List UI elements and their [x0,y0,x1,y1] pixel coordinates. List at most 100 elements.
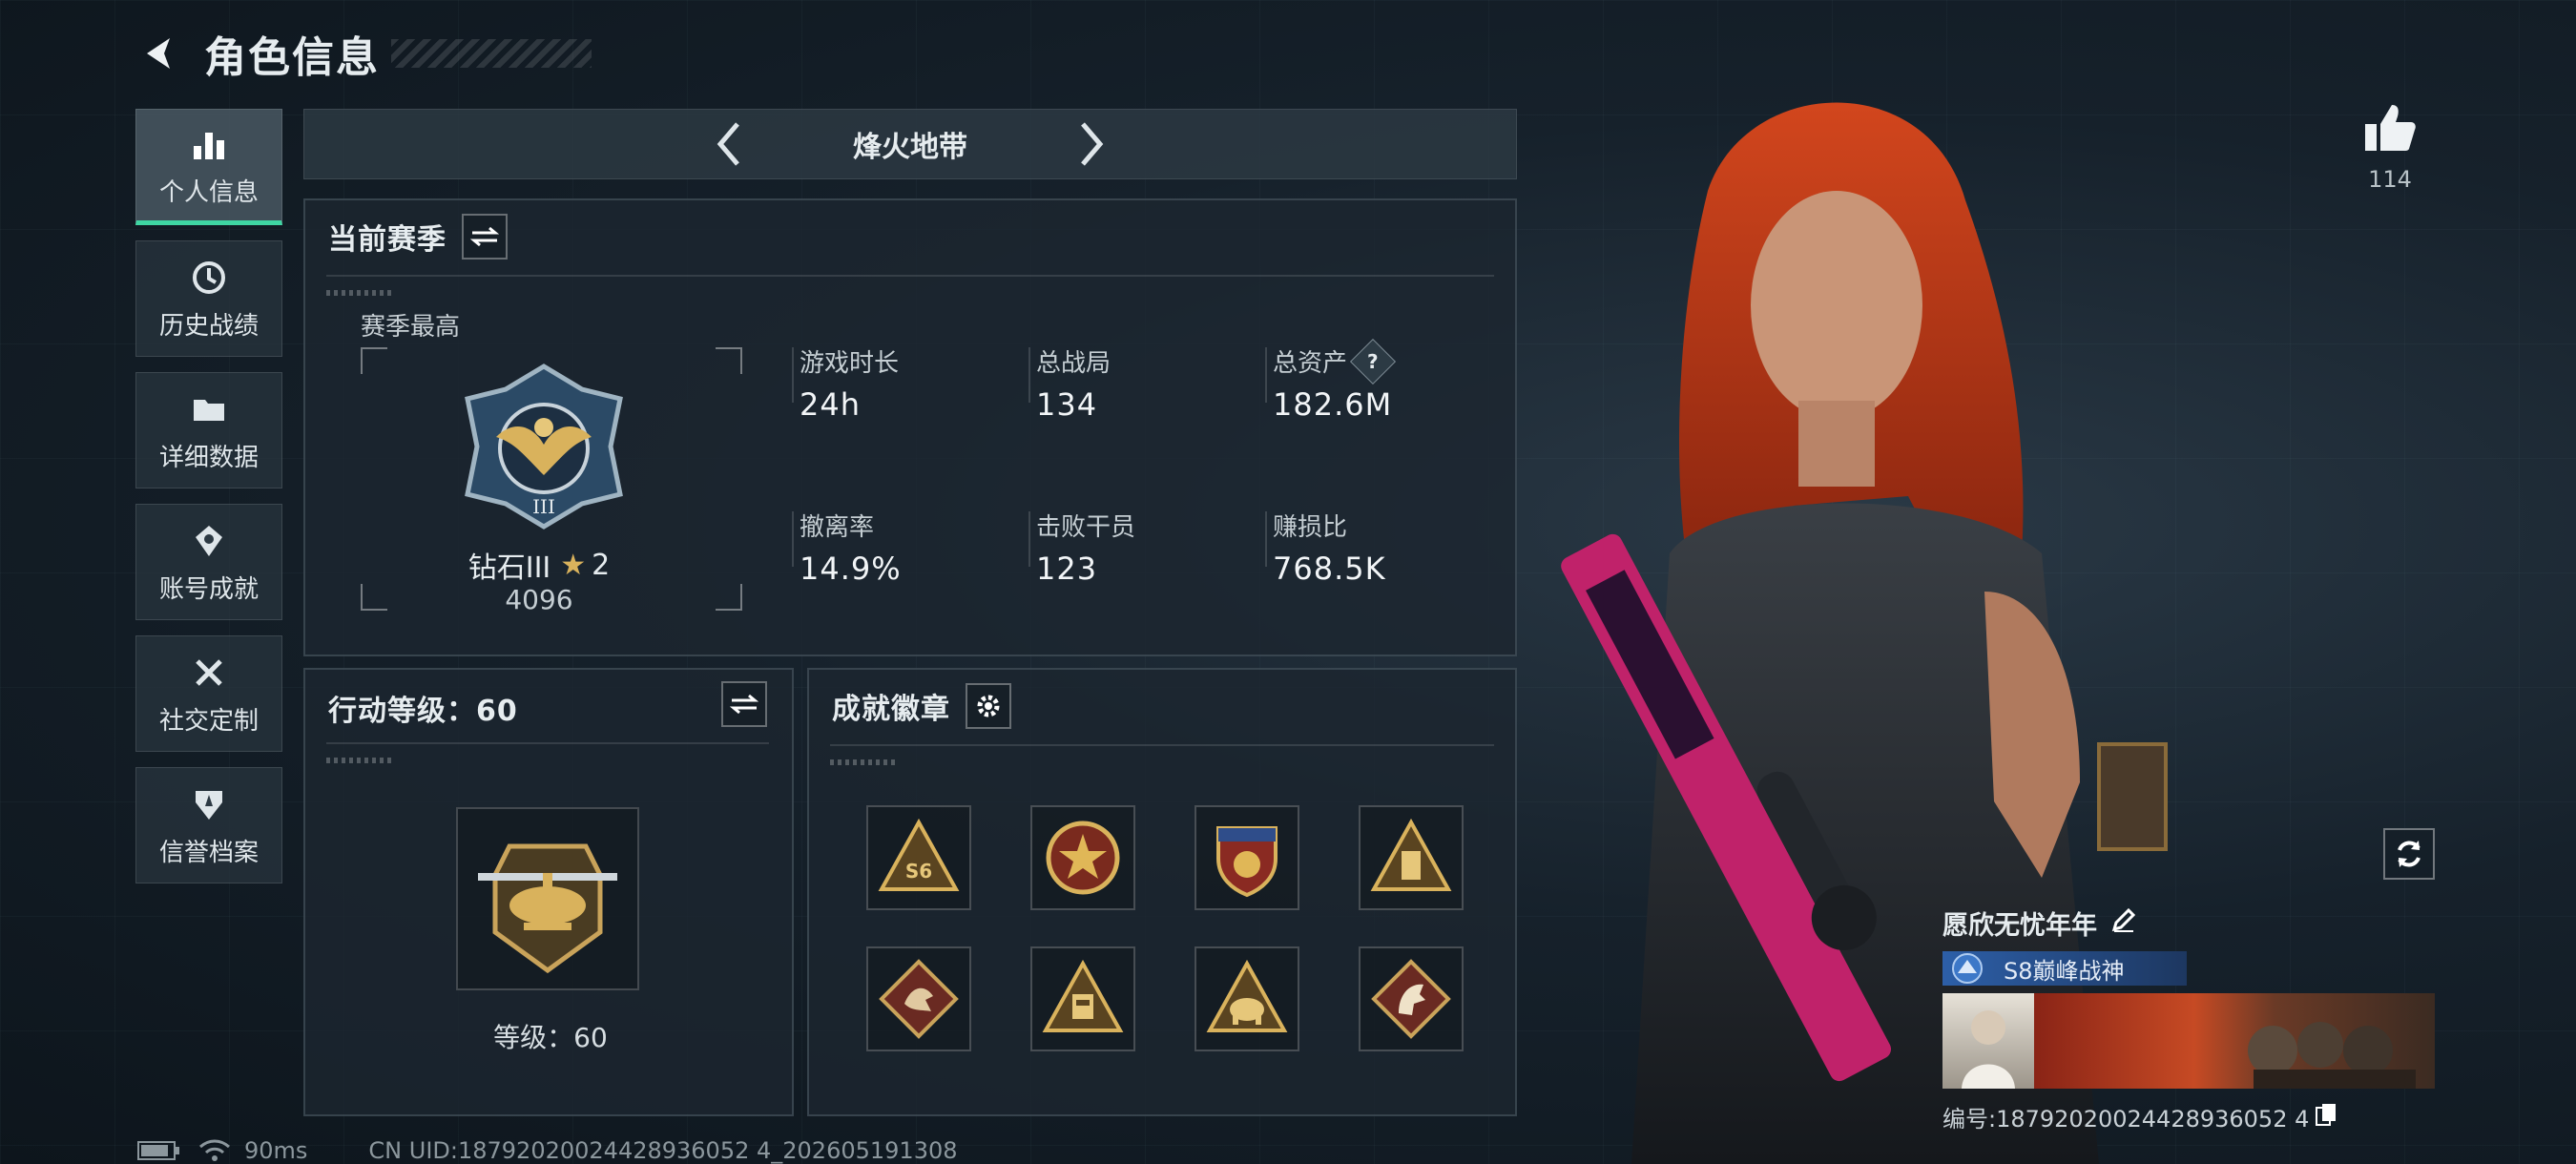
badge-slot[interactable] [1359,946,1464,1051]
action-level-title: 行动等级：60 [328,695,518,728]
mode-selector: 烽火地带 [303,109,1517,179]
thumbs-up-icon [2365,105,2416,151]
stat-label: 撤离率 [800,513,875,542]
badge-slot[interactable] [1195,946,1299,1051]
season-switch-button[interactable] [462,214,508,260]
stat-label: 游戏时长 [800,349,900,378]
badge-slot[interactable] [1195,805,1299,910]
nav-item-history[interactable]: 历史战绩 [135,240,282,357]
nav-item-label: 历史战绩 [158,311,259,341]
refresh-button[interactable] [2383,828,2435,880]
stat-separator [1265,347,1267,403]
mode-name: 烽火地带 [853,131,967,164]
player-id: 编号:18792020024428936052 4 [1942,1106,2310,1133]
player-name-row: 愿欣无忧年年 [1942,904,2439,942]
player-title-badge: S8巅峰战神 [1942,951,2187,986]
nav-item-label: 信誉档案 [158,838,259,867]
stat-extract-rate: 撤离率 14.9% [792,508,902,587]
decor-ticks [830,759,897,765]
robot-triangle-badge-icon [1042,959,1124,1032]
status-bar: 90ms CN UID:18792020024428936052 4_20260… [137,1137,958,1164]
stat-separator [1265,511,1267,567]
season-panel: 当前赛季 赛季最高 III 钻石III ★ 2 4096 游戏时长 24h 总战… [303,198,1517,656]
stat-play-time: 游戏时长 24h [792,343,900,423]
title-decoration [391,39,592,68]
header: 角色信息 [134,21,592,86]
help-button[interactable]: ? [1349,338,1397,385]
page-title: 角色信息 [204,33,380,82]
player-banner [1942,993,2435,1089]
copy-icon [2316,1103,2337,1126]
stat-total-matches: 总战局 134 [1028,343,1111,423]
side-nav: 个人信息 历史战绩 详细数据 账号成就 社交定制 信誉档案 [135,109,282,899]
badge-slot[interactable] [866,946,971,1051]
stat-separator [1028,511,1030,567]
stat-value: 182.6M [1273,386,1393,423]
action-level-text: 等级：60 [493,1022,608,1053]
dragon-diamond-badge-icon [879,959,959,1039]
back-button[interactable] [134,27,187,80]
season-divider [326,275,1494,277]
eagle-shield-badge-icon [1216,826,1278,898]
likes: 114 [2357,101,2423,193]
helicopter-emblem-icon [478,843,617,974]
stat-value: 134 [1036,386,1098,423]
help-icon: ? [1367,349,1379,373]
stat-label: 赚损比 [1273,513,1348,542]
nav-item-label: 社交定制 [158,706,259,736]
rank-star-icon: ★ [560,548,587,582]
stat-separator [792,347,794,403]
banner-image [2034,993,2435,1089]
copy-id-button[interactable] [2315,1102,2337,1133]
badge-slot[interactable] [1030,946,1135,1051]
nav-item-details[interactable]: 详细数据 [135,372,282,488]
pencil-icon [2111,907,2136,932]
achievement-badges-panel: 成就徽章 S6 [807,668,1517,1116]
like-count: 114 [2368,166,2412,193]
stat-value: 123 [1036,551,1098,587]
stat-label: 总战局 [1036,349,1111,378]
battery-icon [137,1141,179,1160]
stat-operators-defeated: 击败干员 123 [1028,508,1135,587]
nav-item-achievements[interactable]: 账号成就 [135,504,282,620]
badges-settings-button[interactable] [966,683,1011,729]
svg-text:S6: S6 [905,860,932,883]
player-card: 愿欣无忧年年 S8巅峰战神 编号:18792020024428936052 4 [1942,904,2439,1133]
tools-icon [188,652,230,694]
badge-slot[interactable]: S6 [866,805,971,910]
svg-text:III: III [532,495,555,518]
frame-corner [716,584,742,611]
action-level-panel: 行动等级：60 等级：60 [303,668,794,1116]
edit-name-button[interactable] [2110,906,2137,940]
rank-stars: 2 [592,548,611,582]
horse-diamond-badge-icon [1371,959,1451,1039]
badges-divider [830,744,1494,746]
rank-score: 4096 [505,584,573,615]
uid-text: CN UID:18792020024428936052 4_2026051913… [368,1137,958,1164]
decor-ticks [326,758,393,763]
rank-name: 钻石III [467,551,551,585]
stat-value: 768.5K [1273,551,1386,587]
stat-separator [1028,347,1030,403]
star-circle-badge-icon [1046,821,1120,895]
season-title: 当前赛季 [328,223,447,257]
mode-prev-button[interactable] [700,115,758,173]
badge-slot[interactable] [1030,805,1135,910]
ping-text: 90ms [244,1137,308,1164]
gear-icon [977,695,1000,717]
rank-name-row: 钻石III ★ 2 [363,544,716,586]
nav-item-profile[interactable]: 个人信息 [135,109,282,225]
stat-value: 24h [800,386,861,423]
player-id-row: 编号:18792020024428936052 4 [1942,1100,2439,1133]
nav-item-label: 详细数据 [158,443,259,472]
like-button[interactable] [2357,101,2423,158]
chevron-right-icon [1081,122,1104,166]
stat-label: 总资产 [1273,349,1348,378]
mode-next-button[interactable] [1063,115,1120,173]
action-level-switch-button[interactable] [721,681,767,727]
wifi-icon [199,1139,230,1161]
badge-slot[interactable] [1359,805,1464,910]
nav-item-credit[interactable]: 信誉档案 [135,767,282,883]
nav-item-label: 账号成就 [158,574,259,604]
nav-item-social[interactable]: 社交定制 [135,635,282,752]
